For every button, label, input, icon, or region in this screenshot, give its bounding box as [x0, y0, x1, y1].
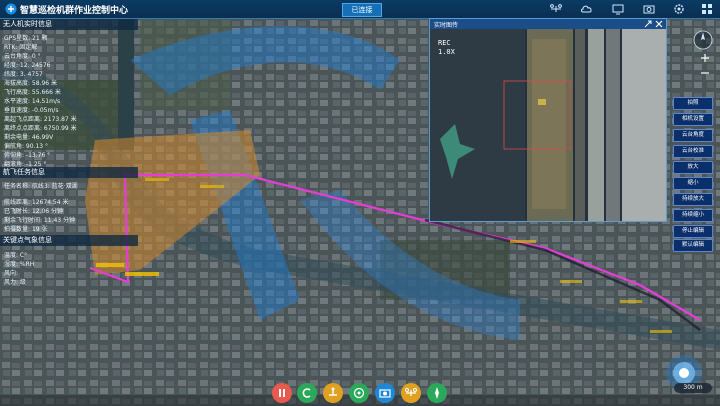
drone-info-title: 无人机实时信息 — [0, 19, 138, 30]
zoom-in-button[interactable]: 放大 — [673, 161, 713, 174]
mission-info-row: 已飞时长: 12.06 分钟 — [4, 208, 64, 215]
target-button[interactable] — [349, 383, 369, 403]
logo-icon — [5, 3, 17, 15]
zoom-label: 1.0X — [438, 48, 455, 56]
zoom-out-button[interactable]: 缩小 — [673, 177, 713, 190]
compass-button[interactable] — [427, 383, 447, 403]
zoom-in-icon[interactable] — [700, 53, 710, 63]
camera-icon — [379, 389, 391, 398]
return-icon — [302, 388, 311, 398]
drone-icon — [405, 388, 417, 396]
drone-icon[interactable] — [549, 2, 563, 16]
return-button[interactable] — [297, 383, 317, 403]
settings-icon[interactable] — [672, 2, 686, 16]
weather-info-row: 风力: 级 — [4, 279, 26, 286]
takeoff-button[interactable] — [323, 383, 343, 403]
close-icon[interactable] — [655, 20, 663, 28]
drone-info-row: RTK: 固定解 — [4, 44, 38, 51]
video-title: 实时图传 — [434, 22, 459, 29]
drone-info-row: GPS星数: 21 颗 — [4, 35, 48, 42]
rec-overlay: REC 1.0X — [438, 39, 455, 57]
mission-info-row: 剩余飞行时间: 11.43 分钟 — [4, 217, 76, 224]
drone-info-row: 离终点点距离: 6750.99 米 — [4, 125, 77, 132]
takeoff-icon — [329, 387, 337, 396]
capture-button[interactable]: 拍照 — [673, 97, 713, 110]
weather-info-row: 温度: C° — [4, 252, 28, 259]
continuous-zoom-out-button[interactable]: 持续缩小 — [673, 209, 713, 222]
compass-icon — [435, 387, 439, 399]
drone-info-row: 海拔高度: 58.96 米 — [4, 80, 58, 87]
drone-info-row: 飞行高度: 55.666 米 — [4, 89, 61, 96]
stop-edit-button[interactable]: 停止编辑 — [673, 225, 713, 238]
scale-bar: 300 m — [674, 383, 712, 393]
mission-info-title: 航飞任务信息 — [0, 167, 138, 178]
pause-icon — [279, 389, 285, 397]
drone-info-row: 剩余电量: 46.99V — [4, 134, 54, 141]
camera-settings-button[interactable]: 相机设置 — [673, 113, 713, 126]
rec-label: REC — [438, 39, 451, 47]
continuous-zoom-in-button[interactable]: 持续放大 — [673, 193, 713, 206]
drone-info-row: 水平速度: 14.51m/s — [4, 98, 61, 105]
pause-button[interactable] — [272, 383, 292, 403]
camera-button[interactable] — [375, 383, 395, 403]
video-feed — [430, 29, 666, 221]
weather-info-row: 湿度: %RH — [4, 261, 35, 268]
app-title: 智慧巡检机群作业控制中心 — [20, 6, 129, 16]
weather-info-row: 风向: — [4, 270, 19, 277]
menu-icon[interactable] — [700, 2, 714, 16]
monitor-icon[interactable] — [611, 2, 625, 16]
drone-info-row: 云台角度: 0 ° — [4, 53, 41, 60]
zoom-out-icon[interactable] — [700, 68, 710, 78]
drone-info-row: 偏航角: 90.13 ° — [4, 143, 49, 150]
video-title-bar[interactable]: 实时图传 — [430, 19, 666, 29]
cloud-icon[interactable] — [580, 2, 594, 16]
video-window[interactable]: 实时图传 REC 1.0X — [429, 18, 667, 222]
camera-icon[interactable] — [642, 2, 656, 16]
drone-info-row: 纬度: 3. 4757 — [4, 71, 43, 78]
drone-info-row: 经度: 12. 24576 — [4, 62, 51, 69]
gimbal-angle-button[interactable]: 云台角度 — [673, 129, 713, 142]
drone-button[interactable] — [401, 383, 421, 403]
connection-status-badge[interactable]: 已连接 — [342, 3, 382, 17]
weather-info-title: 关键点气象信息 — [0, 235, 138, 246]
drone-info-row: 垂直速度: -0.05m/s — [4, 107, 59, 114]
top-header: 智慧巡检机群作业控制中心 已连接 — [0, 0, 720, 19]
drone-info-row: 离起飞点距离: 2173.87 米 — [4, 116, 77, 123]
resize-icon[interactable] — [644, 20, 652, 28]
drone-info-row: 俯仰角: -13.76 ° — [4, 152, 51, 159]
mission-info-row: 拍摄数量: 19 张 — [4, 226, 48, 233]
compass-icon[interactable] — [693, 30, 713, 50]
mission-info-row: 任务名称: 航线3: 蓝花·双湖 — [4, 183, 78, 190]
target-icon — [353, 387, 365, 399]
default-edit-button[interactable]: 默认编辑 — [673, 239, 713, 252]
mission-info-row: 航线距离: 12674.54 米 — [4, 199, 69, 206]
gimbal-calibrate-button[interactable]: 云台校准 — [673, 145, 713, 158]
